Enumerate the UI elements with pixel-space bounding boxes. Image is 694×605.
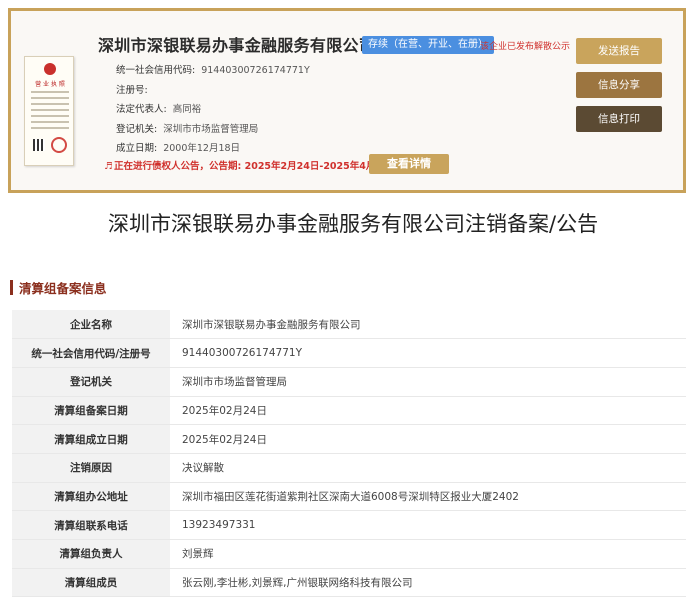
table-value: 决议解散	[170, 453, 686, 483]
table-key: 清算组负责人	[12, 539, 170, 569]
table-row: 企业名称 深圳市深银联易办事金融服务有限公司	[12, 310, 686, 340]
table-value: 2025年02月24日	[170, 396, 686, 426]
info-label: 注册号:	[116, 85, 148, 96]
table-row: 统一社会信用代码/注册号 91440300726174771Y	[12, 338, 686, 368]
info-credit-code: 统一社会信用代码: 91440300726174771Y	[116, 62, 310, 76]
info-label: 统一社会信用代码:	[116, 65, 196, 76]
table-value: 深圳市福田区莲花街道紫荆社区深南大道6008号深圳特区报业大厦2402	[170, 482, 686, 512]
license-text-lines	[31, 91, 69, 133]
table-row: 注销原因 决议解散	[12, 453, 686, 483]
creditor-notice-alert: ♬正在进行债权人公告，公告期: 2025年2月24日-2025年4月10日	[104, 158, 398, 172]
info-established: 成立日期: 2000年12月18日	[116, 140, 240, 154]
info-reg-number: 注册号:	[116, 82, 154, 96]
info-label: 成立日期:	[116, 143, 158, 154]
info-value: 高同裕	[172, 104, 202, 115]
info-value: 深圳市市场监督管理局	[163, 124, 259, 135]
table-value: 2025年02月24日	[170, 424, 686, 454]
seal-icon	[51, 137, 67, 153]
status-badge: 存续（在营、开业、在册）	[362, 36, 494, 54]
table-value: 深圳市市场监督管理局	[170, 367, 686, 397]
table-key: 企业名称	[12, 310, 170, 340]
table-key: 清算组成立日期	[12, 424, 170, 454]
creditor-notice-text: 正在进行债权人公告，公告期: 2025年2月24日-2025年4月10日	[114, 161, 399, 172]
view-details-button[interactable]: 查看详情	[369, 154, 449, 174]
send-report-button[interactable]: 发送报告	[576, 38, 662, 64]
qr-code-icon	[33, 139, 45, 151]
table-value: 深圳市深银联易办事金融服务有限公司	[170, 310, 686, 340]
speaker-icon: ♬	[104, 161, 113, 172]
table-key: 清算组办公地址	[12, 482, 170, 512]
print-info-button[interactable]: 信息打印	[576, 106, 662, 132]
company-name: 深圳市深银联易办事金融服务有限公司	[98, 36, 376, 55]
national-emblem-icon	[44, 63, 56, 75]
table-value: 91440300726174771Y	[170, 338, 686, 368]
table-row: 清算组成员 张云刚,李壮彬,刘景辉,广州银联网络科技有限公司	[12, 568, 686, 598]
section-accent-bar	[10, 280, 13, 295]
table-key: 清算组成员	[12, 568, 170, 598]
license-title: 营 业 执 照	[35, 81, 65, 88]
table-key: 清算组备案日期	[12, 396, 170, 426]
dissolution-notice-text[interactable]: 该企业已发布解散公示	[480, 39, 570, 52]
table-row: 清算组办公地址 深圳市福田区莲花街道紫荆社区深南大道6008号深圳特区报业大厦24…	[12, 482, 686, 512]
business-license-thumbnail[interactable]: 营 业 执 照	[24, 56, 74, 166]
table-value: 13923497331	[170, 510, 686, 540]
table-key: 统一社会信用代码/注册号	[12, 338, 170, 368]
table-row: 清算组备案日期 2025年02月24日	[12, 396, 686, 426]
section-header: 清算组备案信息	[10, 277, 107, 296]
liquidation-info-table: 企业名称 深圳市深银联易办事金融服务有限公司 统一社会信用代码/注册号 914403…	[12, 310, 686, 598]
share-info-button[interactable]: 信息分享	[576, 72, 662, 98]
table-value: 刘景辉	[170, 539, 686, 569]
info-value: 2000年12月18日	[163, 143, 241, 154]
info-value: 91440300726174771Y	[201, 65, 310, 76]
table-key: 清算组联系电话	[12, 510, 170, 540]
table-row: 清算组成立日期 2025年02月24日	[12, 424, 686, 454]
info-authority: 登记机关: 深圳市市场监督管理局	[116, 121, 258, 135]
section-title: 清算组备案信息	[19, 281, 107, 296]
table-row: 清算组负责人 刘景辉	[12, 539, 686, 569]
table-value: 张云刚,李壮彬,刘景辉,广州银联网络科技有限公司	[170, 568, 686, 598]
info-label: 法定代表人:	[116, 104, 167, 115]
table-key: 注销原因	[12, 453, 170, 483]
table-row: 登记机关 深圳市市场监督管理局	[12, 367, 686, 397]
table-key: 登记机关	[12, 367, 170, 397]
page-title: 深圳市深银联易办事金融服务有限公司注销备案/公告	[108, 212, 599, 236]
table-row: 清算组联系电话 13923497331	[12, 510, 686, 540]
info-label: 登记机关:	[116, 124, 158, 135]
info-legal-rep: 法定代表人: 高同裕	[116, 101, 201, 115]
